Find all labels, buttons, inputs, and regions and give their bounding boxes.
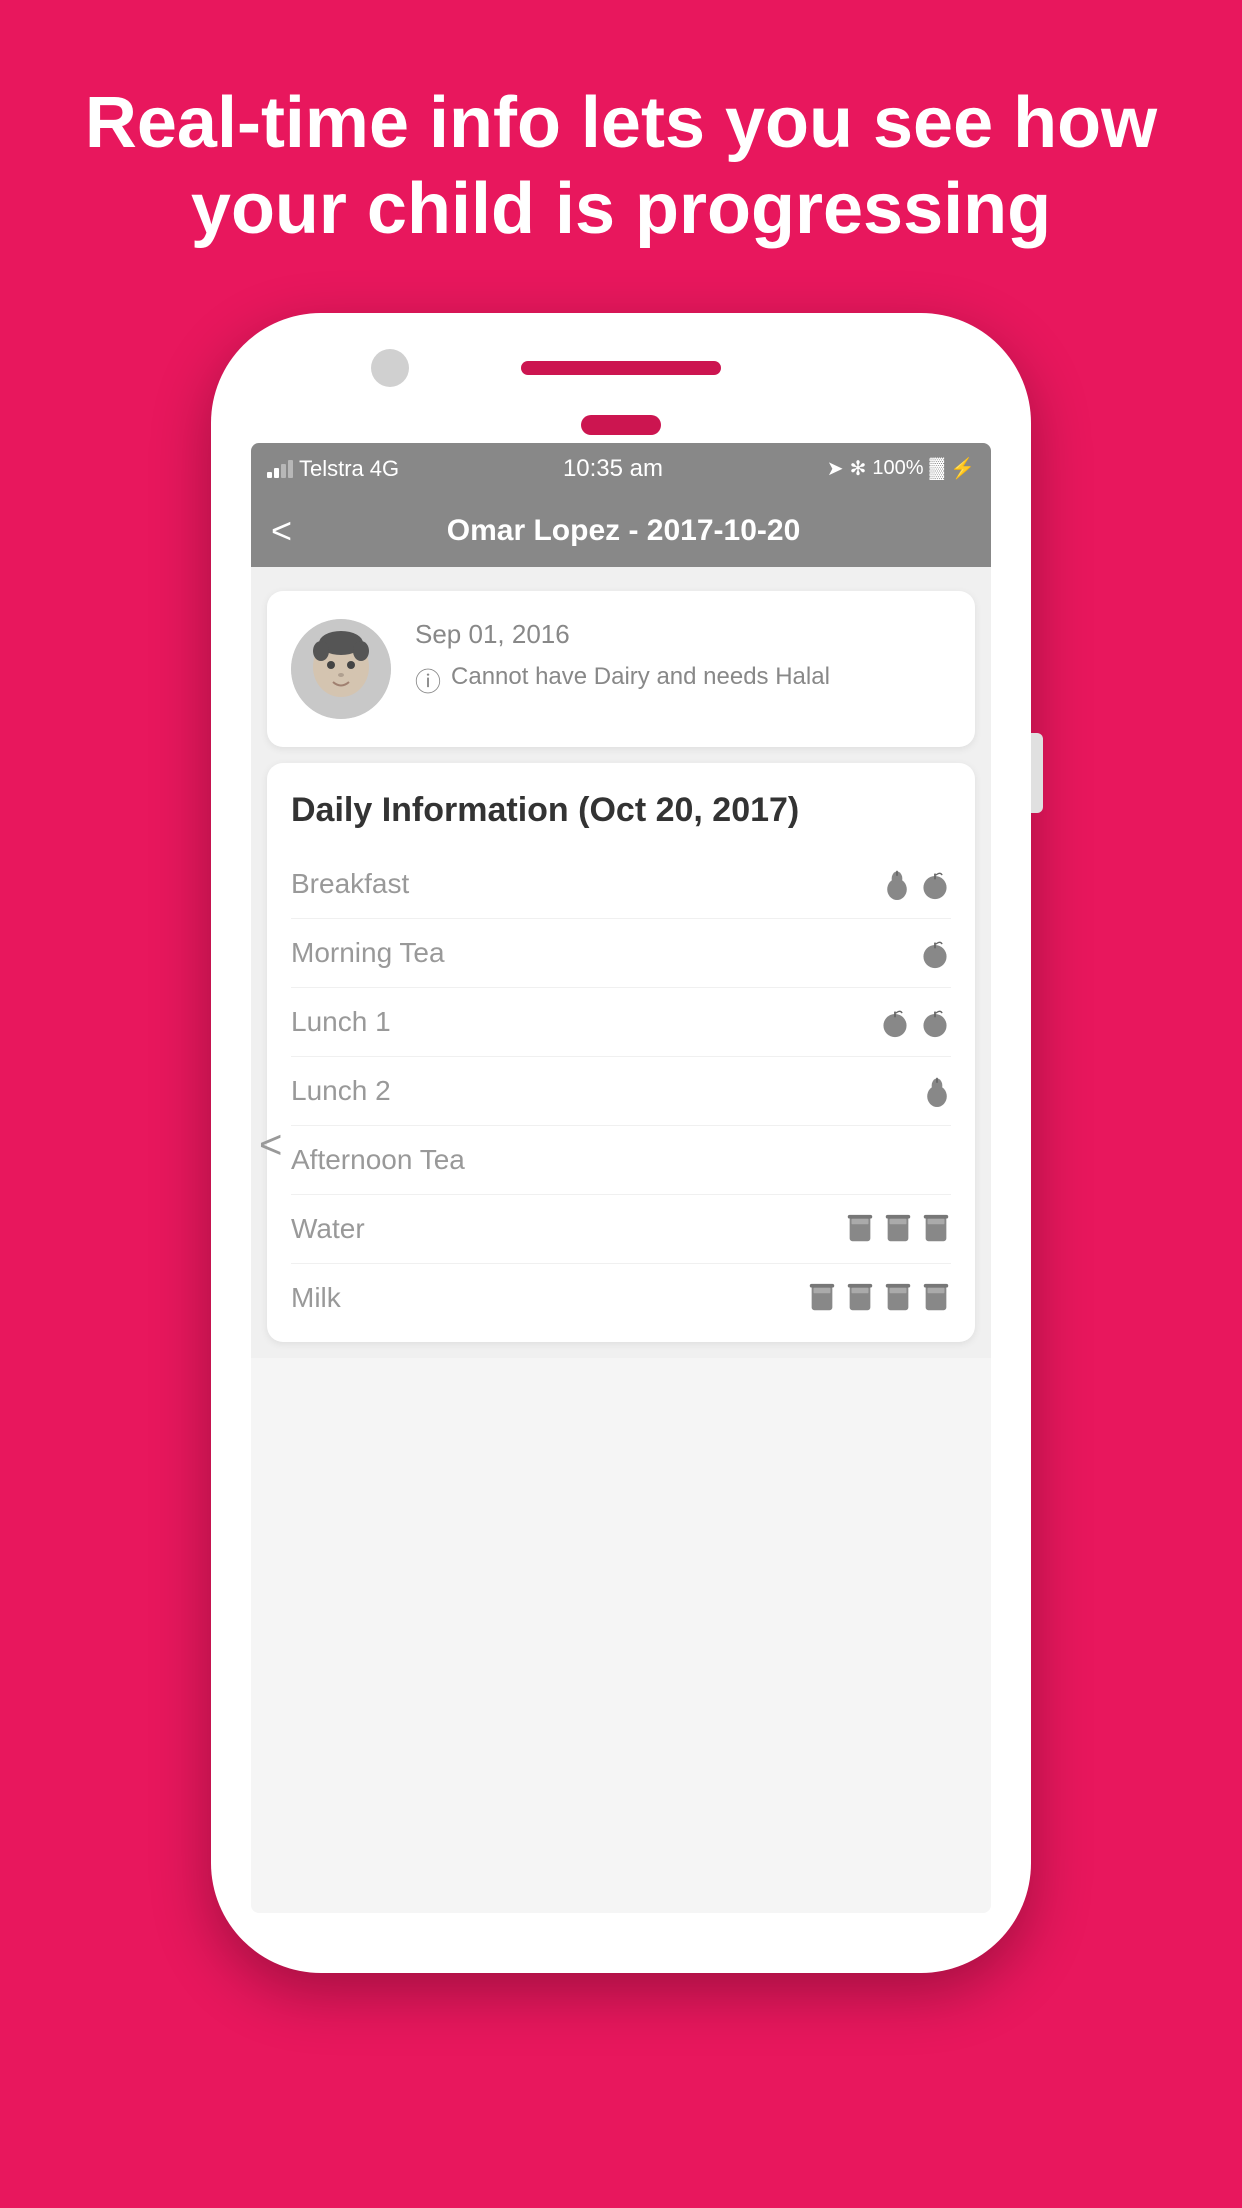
location-icon: ➤ bbox=[827, 456, 844, 481]
side-button[interactable] bbox=[1031, 733, 1043, 813]
meal-row-water: Water bbox=[291, 1195, 951, 1264]
profile-info: Sep 01, 2016 ⓘ Cannot have Dairy and nee… bbox=[415, 619, 951, 699]
alert-text: Cannot have Dairy and needs Halal bbox=[451, 660, 830, 694]
nav-header: < Omar Lopez - 2017-10-20 bbox=[251, 495, 991, 567]
home-button[interactable] bbox=[581, 415, 661, 435]
network-label: 4G bbox=[370, 456, 399, 482]
apple-icon-2 bbox=[919, 937, 951, 969]
cup-icon-2 bbox=[883, 1213, 913, 1245]
meal-row-breakfast: Breakfast bbox=[291, 850, 951, 919]
meal-label-morning-tea: Morning Tea bbox=[291, 937, 445, 969]
time-label: 10:35 am bbox=[563, 455, 663, 483]
status-left: Telstra 4G bbox=[267, 456, 399, 482]
meal-label-afternoon-tea: Afternoon Tea bbox=[291, 1144, 465, 1176]
bluetooth-icon: ✻ bbox=[850, 456, 867, 481]
cup-icon-7 bbox=[921, 1282, 951, 1314]
signal-bars bbox=[267, 460, 293, 478]
phone-frame: Telstra 4G 10:35 am ➤ ✻ 100% ▓ ⚡ < Omar … bbox=[211, 313, 1031, 1973]
meal-label-lunch1: Lunch 1 bbox=[291, 1006, 391, 1038]
daily-title: Daily Information (Oct 20, 2017) bbox=[291, 791, 951, 830]
pear-icon bbox=[883, 868, 911, 900]
carrier-label: Telstra bbox=[299, 456, 364, 482]
meal-icons-lunch1 bbox=[879, 1006, 951, 1038]
page-title: Omar Lopez - 2017-10-20 bbox=[312, 514, 935, 548]
meal-row-morning-tea: Morning Tea bbox=[291, 919, 951, 988]
daily-section: Daily Information (Oct 20, 2017) Breakfa… bbox=[267, 763, 975, 1342]
cup-icon-5 bbox=[845, 1282, 875, 1314]
apple-icon bbox=[919, 868, 951, 900]
meal-row-lunch2: Lunch 2 bbox=[291, 1057, 951, 1126]
meal-icons-breakfast bbox=[883, 868, 951, 900]
alert-icon: ⓘ bbox=[415, 662, 441, 699]
content-back-arrow[interactable]: < bbox=[259, 1123, 282, 1168]
cup-icon-3 bbox=[921, 1213, 951, 1245]
profile-date: Sep 01, 2016 bbox=[415, 619, 951, 650]
avatar bbox=[291, 619, 391, 719]
cup-icon-1 bbox=[845, 1213, 875, 1245]
apple-icon-4 bbox=[919, 1006, 951, 1038]
status-bar: Telstra 4G 10:35 am ➤ ✻ 100% ▓ ⚡ bbox=[251, 443, 991, 495]
meal-label-breakfast: Breakfast bbox=[291, 868, 409, 900]
meal-row-milk: Milk bbox=[291, 1264, 951, 1332]
pear-icon-2 bbox=[923, 1075, 951, 1107]
meal-label-water: Water bbox=[291, 1213, 365, 1245]
meal-row-afternoon-tea: Afternoon Tea bbox=[291, 1126, 951, 1195]
meal-label-milk: Milk bbox=[291, 1282, 341, 1314]
battery-label: 100% bbox=[872, 457, 923, 480]
charge-icon: ⚡ bbox=[950, 456, 975, 481]
status-right: ➤ ✻ 100% ▓ ⚡ bbox=[827, 456, 975, 481]
meal-icons-milk bbox=[807, 1282, 951, 1314]
meal-icons-water bbox=[845, 1213, 951, 1245]
speaker bbox=[521, 361, 721, 375]
battery-icon: ▓ bbox=[929, 457, 944, 480]
phone-screen: Telstra 4G 10:35 am ➤ ✻ 100% ▓ ⚡ < Omar … bbox=[251, 443, 991, 1913]
meal-row-lunch1: Lunch 1 bbox=[291, 988, 951, 1057]
profile-alert: ⓘ Cannot have Dairy and needs Halal bbox=[415, 660, 951, 699]
cup-icon-4 bbox=[807, 1282, 837, 1314]
meal-label-lunch2: Lunch 2 bbox=[291, 1075, 391, 1107]
avatar-image bbox=[291, 619, 391, 719]
back-button[interactable]: < bbox=[271, 510, 292, 552]
camera bbox=[371, 349, 409, 387]
profile-card: Sep 01, 2016 ⓘ Cannot have Dairy and nee… bbox=[267, 591, 975, 747]
meal-icons-morning-tea bbox=[919, 937, 951, 969]
phone-mockup: Telstra 4G 10:35 am ➤ ✻ 100% ▓ ⚡ < Omar … bbox=[211, 313, 1031, 1993]
cup-icon-6 bbox=[883, 1282, 913, 1314]
headline-text: Real-time info lets you see how your chi… bbox=[0, 0, 1242, 313]
apple-icon-3 bbox=[879, 1006, 911, 1038]
meal-icons-lunch2 bbox=[923, 1075, 951, 1107]
content-area: Sep 01, 2016 ⓘ Cannot have Dairy and nee… bbox=[251, 567, 991, 1358]
